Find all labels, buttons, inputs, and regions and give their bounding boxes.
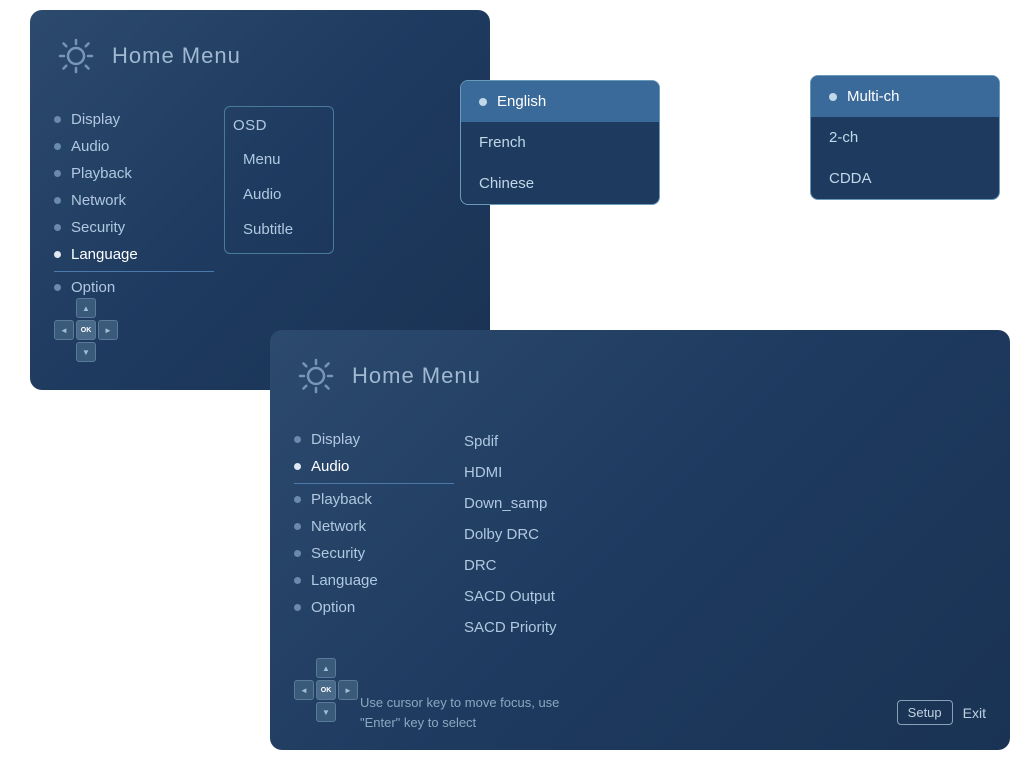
- nav-cross-top: ▲ ◄ OK ► ▼: [54, 298, 118, 362]
- b-bullet-display: [294, 436, 301, 443]
- lang-option-french[interactable]: French: [461, 122, 659, 163]
- bullet-option: [54, 284, 61, 291]
- menu-item-audio[interactable]: Audio: [54, 133, 214, 160]
- top-nav-control: ▲ ◄ OK ► ▼: [54, 298, 118, 362]
- bullet-language: [54, 251, 61, 258]
- b-menu-item-display[interactable]: Display: [294, 426, 454, 453]
- top-main-menu: Display Audio Playback Network Security …: [54, 106, 214, 301]
- downsamp-item[interactable]: Down_samp: [464, 488, 584, 519]
- top-panel-title: Home Menu: [112, 43, 241, 69]
- b-bullet-network: [294, 523, 301, 530]
- audio-dot-multich: [829, 93, 837, 101]
- nav-left-btn-bottom[interactable]: ◄: [294, 680, 314, 700]
- nav-right-btn-bottom[interactable]: ►: [338, 680, 358, 700]
- panel-footer: Use cursor key to move focus, use "Enter…: [360, 693, 986, 732]
- language-dropdown: English French Chinese: [460, 80, 660, 205]
- menu-item-playback[interactable]: Playback: [54, 160, 214, 187]
- top-panel-header: Home Menu: [54, 34, 466, 78]
- bottom-panel-title: Home Menu: [352, 363, 481, 389]
- nav-ok-btn-bottom[interactable]: OK: [316, 680, 336, 700]
- gear-icon-bottom: [294, 354, 338, 398]
- hint-text: Use cursor key to move focus, use "Enter…: [360, 693, 559, 732]
- bottom-panel: Home Menu Display Audio Playback Network: [270, 330, 1010, 750]
- b-menu-item-network[interactable]: Network: [294, 513, 454, 540]
- audio-option-2ch[interactable]: 2-ch: [811, 117, 999, 158]
- b-menu-item-audio[interactable]: Audio: [294, 453, 454, 484]
- bottom-nav-control: ▲ ◄ OK ► ▼: [294, 658, 358, 722]
- nav-up-btn-top[interactable]: ▲: [76, 298, 96, 318]
- nav-right-btn-top[interactable]: ►: [98, 320, 118, 340]
- b-bullet-option: [294, 604, 301, 611]
- b-bullet-language: [294, 577, 301, 584]
- audio-option-multich[interactable]: Multi-ch: [811, 76, 999, 117]
- osd-audio-item[interactable]: Audio: [225, 177, 333, 212]
- osd-menu-item[interactable]: Menu: [225, 142, 333, 177]
- lang-option-chinese[interactable]: Chinese: [461, 163, 659, 204]
- bottom-main-menu: Display Audio Playback Network Security …: [294, 426, 454, 643]
- setup-button[interactable]: Setup: [897, 700, 953, 725]
- nav-down-btn-top[interactable]: ▼: [76, 342, 96, 362]
- sacdpriority-item[interactable]: SACD Priority: [464, 612, 584, 643]
- sacdoutput-item[interactable]: SACD Output: [464, 581, 584, 612]
- bullet-playback: [54, 170, 61, 177]
- osd-subtitle-item[interactable]: Subtitle: [225, 212, 333, 247]
- menu-item-security[interactable]: Security: [54, 214, 214, 241]
- audio-sub-panel: Spdif HDMI Down_samp Dolby DRC DRC SACD …: [454, 426, 594, 643]
- top-panel-content: Display Audio Playback Network Security …: [54, 106, 466, 301]
- gear-icon: [54, 34, 98, 78]
- b-menu-item-security[interactable]: Security: [294, 540, 454, 567]
- lang-dot-english: [479, 98, 487, 106]
- b-bullet-audio: [294, 463, 301, 470]
- menu-item-network[interactable]: Network: [54, 187, 214, 214]
- bullet-display: [54, 116, 61, 123]
- bullet-network: [54, 197, 61, 204]
- osd-submenu: OSD Menu Audio Subtitle: [224, 106, 334, 301]
- bullet-audio: [54, 143, 61, 150]
- b-bullet-security: [294, 550, 301, 557]
- footer-buttons: Setup Exit: [897, 700, 986, 725]
- spdif-item[interactable]: Spdif: [464, 426, 584, 457]
- nav-up-btn-bottom[interactable]: ▲: [316, 658, 336, 678]
- menu-item-display[interactable]: Display: [54, 106, 214, 133]
- bottom-panel-content: Display Audio Playback Network Security …: [294, 426, 986, 643]
- bottom-panel-header: Home Menu: [294, 354, 986, 398]
- lang-option-english[interactable]: English: [461, 81, 659, 122]
- nav-cross-bottom: ▲ ◄ OK ► ▼: [294, 658, 358, 722]
- nav-ok-btn-top[interactable]: OK: [76, 320, 96, 340]
- hdmi-item[interactable]: HDMI: [464, 457, 584, 488]
- osd-header: OSD: [225, 113, 333, 142]
- b-menu-item-option[interactable]: Option: [294, 594, 454, 621]
- bullet-security: [54, 224, 61, 231]
- osd-panel: OSD Menu Audio Subtitle: [224, 106, 334, 254]
- audio-option-cdda[interactable]: CDDA: [811, 158, 999, 199]
- exit-text[interactable]: Exit: [963, 705, 986, 721]
- menu-item-language[interactable]: Language: [54, 241, 214, 272]
- nav-left-btn-top[interactable]: ◄: [54, 320, 74, 340]
- dolbydrc-item[interactable]: Dolby DRC: [464, 519, 584, 550]
- b-menu-item-language[interactable]: Language: [294, 567, 454, 594]
- nav-down-btn-bottom[interactable]: ▼: [316, 702, 336, 722]
- menu-item-option[interactable]: Option: [54, 274, 214, 301]
- audio-dropdown: Multi-ch 2-ch CDDA: [810, 75, 1000, 200]
- b-bullet-playback: [294, 496, 301, 503]
- b-menu-item-playback[interactable]: Playback: [294, 486, 454, 513]
- drc-item[interactable]: DRC: [464, 550, 584, 581]
